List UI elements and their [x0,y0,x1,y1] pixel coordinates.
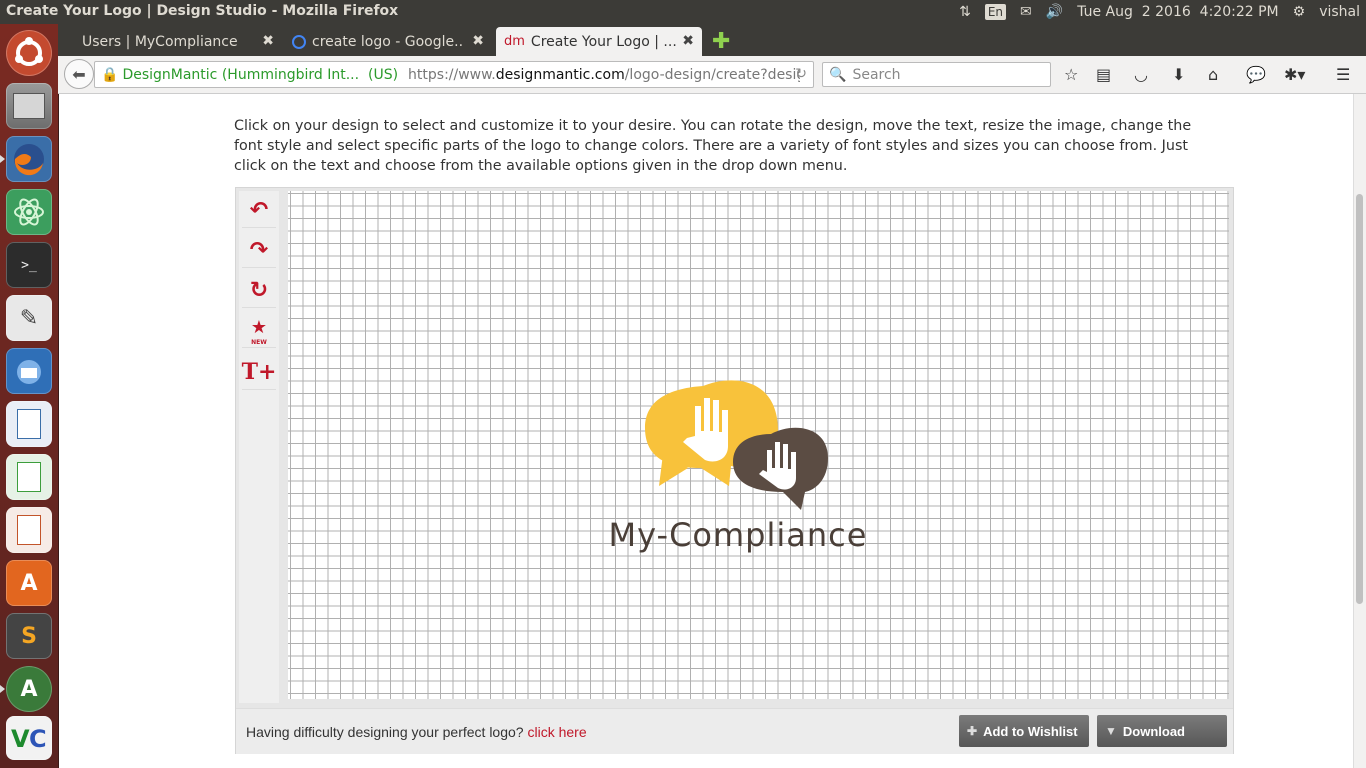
back-button[interactable]: ⬅ [64,59,94,89]
navigation-toolbar: ⬅ 🔒 DesignMantic (Hummingbird Int... (US… [58,56,1366,94]
logo-symbol[interactable] [583,376,893,516]
new-symbol-button[interactable]: ★ NEW [242,313,276,348]
volume-icon[interactable]: 🔊 [1046,4,1063,20]
site-identity-label: DesignMantic (Hummingbird Int... (US) [122,66,399,83]
designmantic-favicon-icon: dm [504,34,525,49]
user-name[interactable]: vishal [1319,4,1360,20]
google-favicon-icon [292,34,306,49]
files-icon[interactable] [6,83,52,129]
system-tray: ⇅ En ✉ 🔊 Tue Aug 2 2016 4:20:22 PM ⚙ vis… [959,0,1366,24]
clock[interactable]: Tue Aug 2 2016 4:20:22 PM [1077,4,1278,20]
url-bar[interactable]: 🔒 DesignMantic (Hummingbird Int... (US) … [94,61,814,88]
svg-text:V: V [11,725,30,753]
url-prefix: https://www. [408,66,496,83]
window-title: Create Your Logo | Design Studio - Mozil… [6,3,399,19]
new-label: NEW [251,339,267,346]
url-text[interactable]: https://www.designmantic.com/logo-design… [408,67,800,83]
tab-label: Create Your Logo | ... [530,33,677,50]
new-tab-icon[interactable]: ✚ [712,29,730,54]
add-to-wishlist-label: Add to Wishlist [983,723,1078,739]
undo-button[interactable]: ↶ [242,193,276,228]
reading-list-icon[interactable]: ▤ [1096,65,1111,84]
thunderbird-icon[interactable] [6,348,52,394]
logo-editor: ↶ ↷ ↻ ★ NEW T+ My-Compliance Having diff… [235,187,1234,754]
tab-create-logo-google[interactable]: create logo - Google... ✖ [286,27,492,56]
top-panel: Create Your Logo | Design Studio - Mozil… [0,0,1366,24]
gear-icon[interactable]: ⚙ [1293,4,1306,20]
downloads-icon[interactable]: ⬇ [1172,65,1185,84]
download-icon: ▼ [1105,724,1117,738]
logo-text[interactable]: My-Compliance [583,516,893,554]
star-plus-icon: ★ [250,316,268,338]
add-text-button[interactable]: T+ [242,355,276,390]
update-manager-icon[interactable]: A [6,666,52,712]
reset-button[interactable]: ↻ [242,273,276,308]
design-canvas[interactable]: My-Compliance [288,191,1229,699]
text-editor-icon[interactable]: ✎ [6,295,52,341]
reset-icon: ↻ [249,277,269,303]
tab-users-mycompliance[interactable]: Users | MyCompliance ✖ [76,27,282,56]
tab-label: Users | MyCompliance [82,33,238,50]
mail-icon[interactable]: ✉ [1020,4,1032,20]
calc-icon[interactable] [6,454,52,500]
bookmark-star-icon[interactable]: ☆ [1064,65,1078,84]
network-icon[interactable]: ⇅ [959,4,971,20]
site-identity[interactable]: 🔒 DesignMantic (Hummingbird Int... (US) [95,67,398,83]
tab-bar: Users | MyCompliance ✖ create logo - Goo… [58,24,1366,56]
page-content: Click on your design to select and custo… [59,94,1354,768]
keyboard-layout-label: En [984,4,1007,20]
page-scrollbar[interactable] [1353,94,1366,768]
download-label: Download [1122,723,1185,739]
close-icon[interactable]: ✖ [472,33,484,49]
url-domain: designmantic.com [495,66,625,83]
search-input[interactable]: Search [852,67,900,83]
search-bar[interactable]: 🔍 Search [822,62,1051,87]
add-text-icon: T+ [241,359,277,385]
url-path: /logo-design/create?desigr [624,66,801,83]
help-link[interactable]: click here [527,724,586,740]
help-label: Having difficulty designing your perfect… [246,724,524,740]
running-indicator [0,155,5,163]
logo-design[interactable]: My-Compliance [583,376,893,554]
writer-icon[interactable] [6,401,52,447]
svg-text:C: C [29,725,47,753]
ubuntu-dash-icon[interactable] [6,30,52,76]
extension-icon[interactable]: ✱▾ [1284,65,1305,84]
terminal-icon[interactable]: >_ [6,242,52,288]
plus-icon: ✚ [967,724,978,738]
undo-icon: ↶ [249,197,269,223]
editor-footer: Having difficulty designing your perfect… [236,708,1233,754]
reload-icon[interactable]: ↻ [795,66,807,82]
home-icon[interactable]: ⌂ [1208,65,1218,84]
chat-icon[interactable]: 💬 [1246,65,1266,84]
help-text: Having difficulty designing your perfect… [246,724,587,740]
impress-icon[interactable] [6,507,52,553]
tab-label: create logo - Google... [312,33,462,50]
redo-button[interactable]: ↷ [242,233,276,268]
lock-icon: 🔒 [101,66,119,83]
download-button[interactable]: ▼ Download [1097,715,1227,747]
add-to-wishlist-button[interactable]: ✚ Add to Wishlist [959,715,1089,747]
back-arrow-icon: ⬅ [72,64,86,84]
sublime-text-icon[interactable]: S [6,613,52,659]
close-icon[interactable]: ✖ [262,33,274,49]
launcher: >_ ✎ A S A VC [0,24,59,768]
scroll-thumb[interactable] [1356,194,1363,604]
keyboard-indicator[interactable]: En [984,4,1007,20]
redo-icon: ↷ [249,237,269,263]
pocket-icon[interactable]: ◡ [1134,65,1148,84]
firefox-icon[interactable] [6,136,52,182]
vlc-icon[interactable]: VC [6,716,52,760]
atom-icon[interactable] [6,189,52,235]
close-icon[interactable]: ✖ [682,33,694,49]
instructions-text: Click on your design to select and custo… [234,118,1192,174]
running-indicator [0,685,5,693]
search-icon: 🔍 [829,66,847,83]
tab-create-your-logo[interactable]: dm Create Your Logo | ... ✖ [496,27,702,56]
menu-icon[interactable]: ☰ [1336,65,1350,84]
software-center-icon[interactable]: A [6,560,52,606]
editor-toolbar: ↶ ↷ ↻ ★ NEW T+ [239,191,279,703]
